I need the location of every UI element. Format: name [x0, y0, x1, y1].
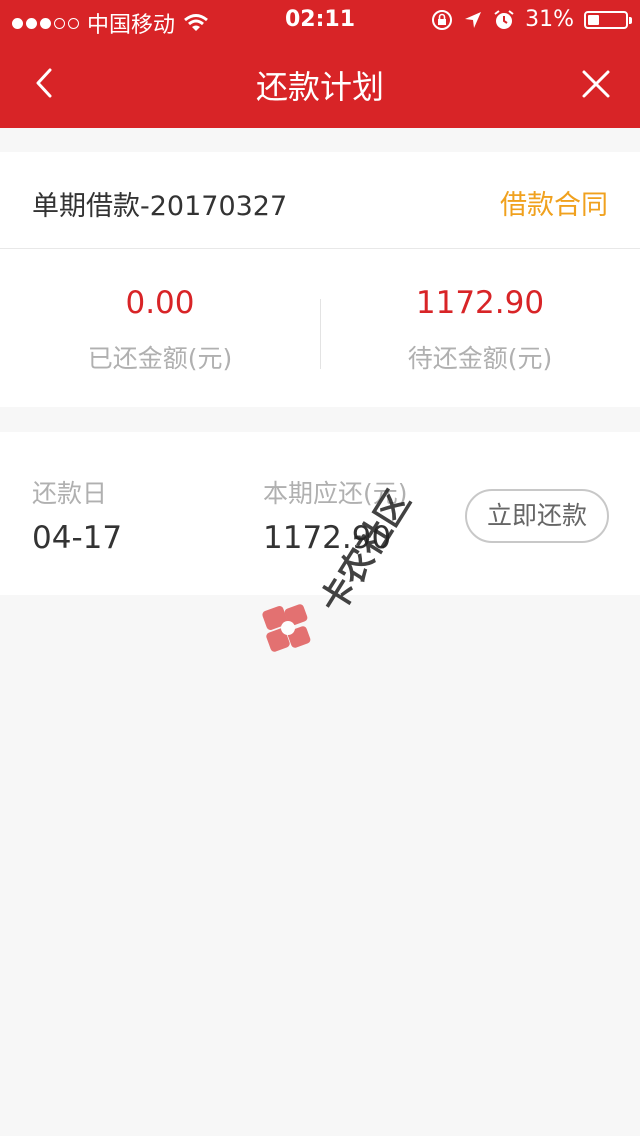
page-title: 还款计划: [255, 68, 384, 106]
period-amount-label: 本期应还(元): [263, 479, 408, 508]
schedule-row: 还款日 04-17 本期应还(元) 1172.90 立即还款: [0, 432, 640, 595]
repaid-label: 已还金额(元): [87, 344, 233, 373]
repaid-summary: 0.00 已还金额(元): [0, 249, 320, 407]
repay-now-button[interactable]: 立即还款: [465, 489, 609, 543]
pending-summary: 1172.90 待还金额(元): [320, 249, 640, 407]
pending-label: 待还金额(元): [407, 344, 553, 373]
status-right: 31%: [431, 7, 632, 32]
alarm-icon: [494, 9, 514, 29]
contract-link[interactable]: 借款合同: [500, 183, 608, 222]
rotation-lock-icon: [432, 9, 453, 30]
repayment-summary: 0.00 已还金额(元) 1172.90 待还金额(元): [0, 249, 640, 407]
pending-amount: 1172.90: [415, 285, 545, 321]
location-icon: [465, 11, 482, 28]
close-icon[interactable]: [574, 62, 618, 106]
battery-icon: [584, 10, 632, 29]
loan-title: 单期借款-20170327: [32, 191, 288, 222]
repaid-amount: 0.00: [125, 285, 195, 321]
loan-header: 单期借款-20170327 借款合同: [0, 152, 640, 249]
watermark-logo-icon: [262, 604, 311, 652]
repayment-date-value: 04-17: [32, 520, 123, 556]
repayment-date-label: 还款日: [32, 479, 108, 508]
battery-fill: [588, 14, 600, 25]
status-bar: 中国移动 02:11 31%: [0, 0, 640, 40]
nav-bar: 还款计划: [0, 40, 640, 128]
battery-percent: 31%: [525, 7, 574, 32]
period-amount-value: 1172.90: [263, 520, 392, 556]
